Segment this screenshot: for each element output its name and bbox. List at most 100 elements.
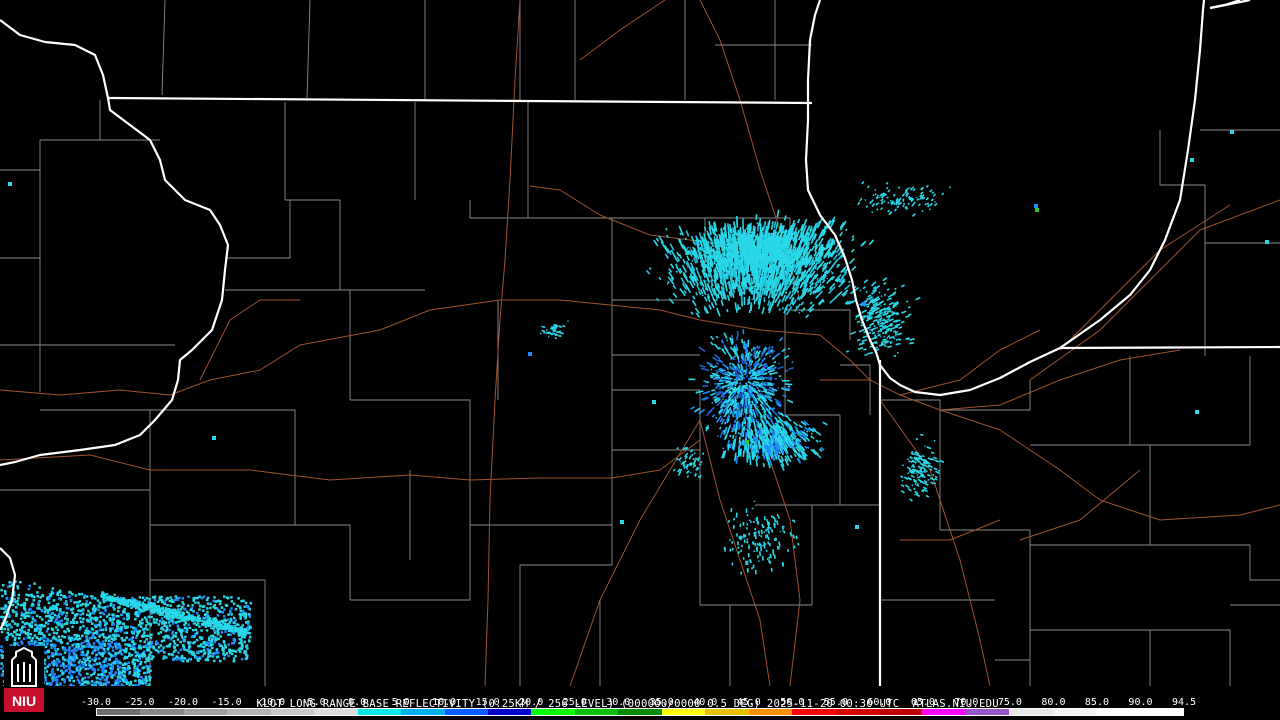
echo-speck (57, 659, 60, 662)
echo-speck (886, 288, 890, 291)
echo-speck (797, 433, 800, 436)
echo-speck (648, 266, 652, 270)
echo-speck (790, 249, 794, 253)
echo-speck (756, 446, 759, 451)
echo-speck (735, 243, 738, 255)
echo-speck (909, 498, 913, 502)
echo-speck (190, 635, 194, 638)
echo-speck (801, 247, 804, 250)
echo-speck (913, 456, 917, 459)
echo-speck (874, 341, 878, 345)
echo-speck (677, 472, 681, 476)
echo-speck (735, 455, 739, 464)
highway-line (879, 399, 991, 686)
echo-speck (669, 243, 675, 251)
echo-speck (905, 314, 911, 319)
echo-speck (678, 456, 683, 461)
echo-speck (906, 466, 911, 470)
echo-speck (886, 186, 889, 190)
echo-speck (127, 661, 130, 664)
echo-speck (696, 270, 702, 280)
echo-speck (134, 683, 137, 686)
echo-speck (917, 458, 919, 461)
echo-speck (773, 538, 776, 542)
echo-speck (907, 202, 910, 206)
echo-speck (763, 299, 766, 303)
echo-speck (15, 606, 18, 609)
echo-speck (58, 612, 61, 616)
echo-speck (733, 419, 737, 424)
echo-speck (130, 653, 134, 657)
echo-speck (722, 286, 725, 290)
echo-speck (243, 605, 246, 608)
echo-speck (771, 258, 774, 262)
echo-speck (873, 325, 876, 328)
echo-speck (921, 466, 924, 469)
echo-speck (909, 196, 912, 200)
echo-speck (541, 325, 546, 329)
echo-speck (882, 277, 888, 282)
echo-speck (693, 452, 696, 455)
echo-speck (805, 272, 808, 275)
echo-speck (140, 625, 143, 628)
echo-speck (732, 293, 735, 298)
echo-speck (700, 367, 710, 372)
county-line (0, 100, 101, 171)
radar-map-frame: KLOT LONG RANGE BASE REFLECTIVITY (0.25K… (0, 0, 1280, 720)
echo-speck (733, 428, 736, 431)
echo-speck (793, 425, 799, 430)
echo-speck (692, 462, 696, 465)
echo-speck (787, 347, 791, 350)
echo-speck (878, 291, 881, 294)
echo-speck (679, 460, 682, 463)
echo-speck (929, 465, 933, 469)
echo-speck (731, 238, 735, 248)
echo-speck (728, 291, 731, 296)
echo-speck (83, 594, 86, 597)
echo-speck (168, 624, 172, 627)
echo-speck (937, 469, 940, 472)
echo-speck (756, 438, 759, 442)
echo-speck (877, 202, 880, 205)
echo-speck (782, 230, 785, 234)
echo-speck (726, 249, 729, 258)
echo-speck (892, 305, 896, 309)
echo-speck (915, 296, 921, 301)
echo-speck (932, 473, 935, 477)
echo-speck (793, 453, 797, 458)
echo-speck (197, 601, 200, 605)
echo-speck (165, 625, 168, 628)
echo-speck (702, 279, 707, 286)
echo-speck (710, 237, 714, 247)
echo-speck (757, 424, 761, 429)
echo-speck (881, 308, 885, 312)
echo-speck (117, 606, 120, 609)
echo-speck (723, 332, 728, 339)
highway-line (569, 419, 701, 686)
echo-speck (719, 417, 724, 423)
echo-speck (669, 250, 672, 253)
echo-speck (103, 674, 106, 677)
echo-speck (772, 551, 775, 556)
echo-speck (56, 593, 59, 597)
echo-speck (74, 594, 78, 597)
echo-speck (149, 644, 153, 647)
echo-speck (773, 360, 777, 364)
echo-speck (868, 239, 875, 246)
echo-speck (926, 204, 930, 208)
echo-speck (227, 633, 230, 636)
echo-speck (805, 314, 810, 319)
echo-speck (645, 269, 651, 275)
echo-speck (145, 638, 148, 641)
echo-speck (63, 651, 67, 654)
echo-speck (747, 428, 750, 437)
echo-speck (211, 646, 214, 650)
echo-speck (710, 335, 715, 341)
echo-speck (905, 337, 910, 340)
echo-speck (767, 523, 770, 529)
echo-speck (684, 237, 687, 240)
echo-speck (845, 350, 850, 353)
echo-speck (874, 310, 879, 315)
echo-speck (728, 243, 731, 250)
echo-speck (75, 675, 79, 679)
